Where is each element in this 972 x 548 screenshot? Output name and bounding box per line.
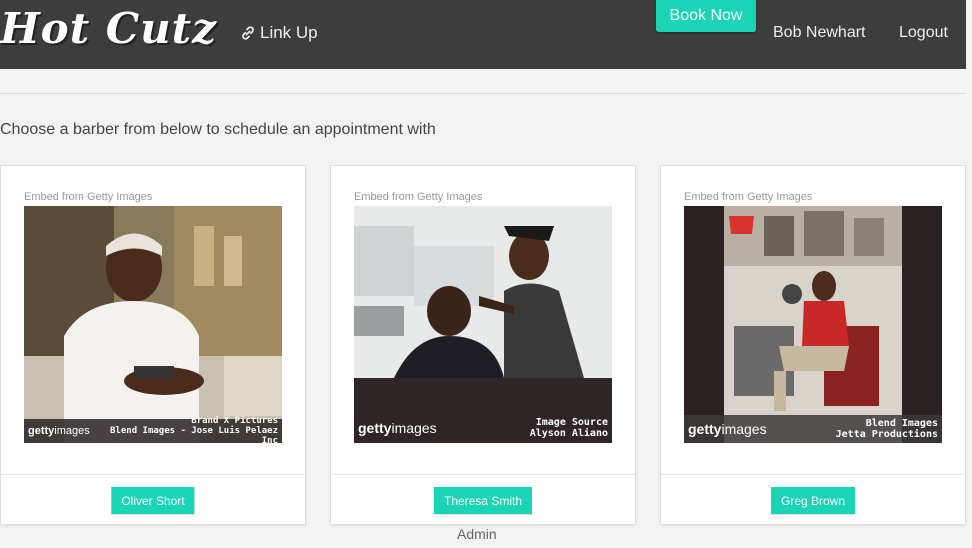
select-barber-button[interactable]: Oliver Short	[111, 487, 195, 514]
getty-attribution-bar: gettyimages Image Source Alyson Aliano	[354, 413, 612, 443]
divider	[0, 93, 966, 94]
barber-photo[interactable]: gettyimages Brand X Pictures Blend Image…	[24, 206, 282, 443]
photo-credit: Brand X Pictures Blend Images - Jose Lui…	[110, 416, 278, 443]
logout-link[interactable]: Logout	[899, 24, 948, 42]
getty-logo: gettyimages	[28, 425, 90, 437]
barber-photo-image	[684, 206, 942, 443]
barber-photo-image	[24, 206, 282, 443]
book-now-button[interactable]: Book Now	[656, 0, 756, 32]
embed-label[interactable]: Embed from Getty Images	[24, 191, 152, 203]
card-footer-divider	[661, 474, 965, 475]
photo-credit: Blend Images Jetta Productions	[835, 418, 938, 440]
embed-label[interactable]: Embed from Getty Images	[684, 191, 812, 203]
getty-logo: gettyimages	[358, 420, 437, 436]
brand-logo[interactable]: Hot Cutz	[0, 4, 217, 53]
instructions-text: Choose a barber from below to schedule a…	[0, 121, 436, 138]
getty-attribution-bar: gettyimages Brand X Pictures Blend Image…	[24, 416, 282, 443]
link-up-link[interactable]: Link Up	[240, 23, 318, 43]
embed-label[interactable]: Embed from Getty Images	[354, 191, 482, 203]
select-barber-button[interactable]: Theresa Smith	[433, 487, 533, 514]
user-name-link[interactable]: Bob Newhart	[773, 24, 866, 42]
link-icon	[242, 26, 254, 40]
navbar: Hot Cutz Link Up Book Now Bob Newhart Lo…	[0, 0, 966, 69]
photo-credit: Image Source Alyson Aliano	[529, 417, 608, 439]
card-footer-divider	[331, 474, 635, 475]
barber-photo-image	[354, 206, 612, 443]
link-up-label: Link Up	[260, 23, 318, 42]
card-footer-divider	[1, 474, 305, 475]
barber-photo[interactable]: gettyimages Image Source Alyson Aliano	[354, 206, 612, 443]
getty-attribution-bar: gettyimages Blend Images Jetta Productio…	[684, 415, 942, 443]
barber-card: Embed from Getty Images gettyimages Bran…	[0, 165, 306, 525]
barber-card: Embed from Getty Images gettyimages Imag…	[330, 165, 636, 525]
admin-link[interactable]: Admin	[457, 526, 497, 542]
barber-card: Embed from Getty Images gettyimages Blen…	[660, 165, 966, 525]
getty-logo: gettyimages	[688, 421, 767, 437]
select-barber-button[interactable]: Greg Brown	[770, 487, 856, 514]
barber-photo[interactable]: gettyimages Blend Images Jetta Productio…	[684, 206, 942, 443]
